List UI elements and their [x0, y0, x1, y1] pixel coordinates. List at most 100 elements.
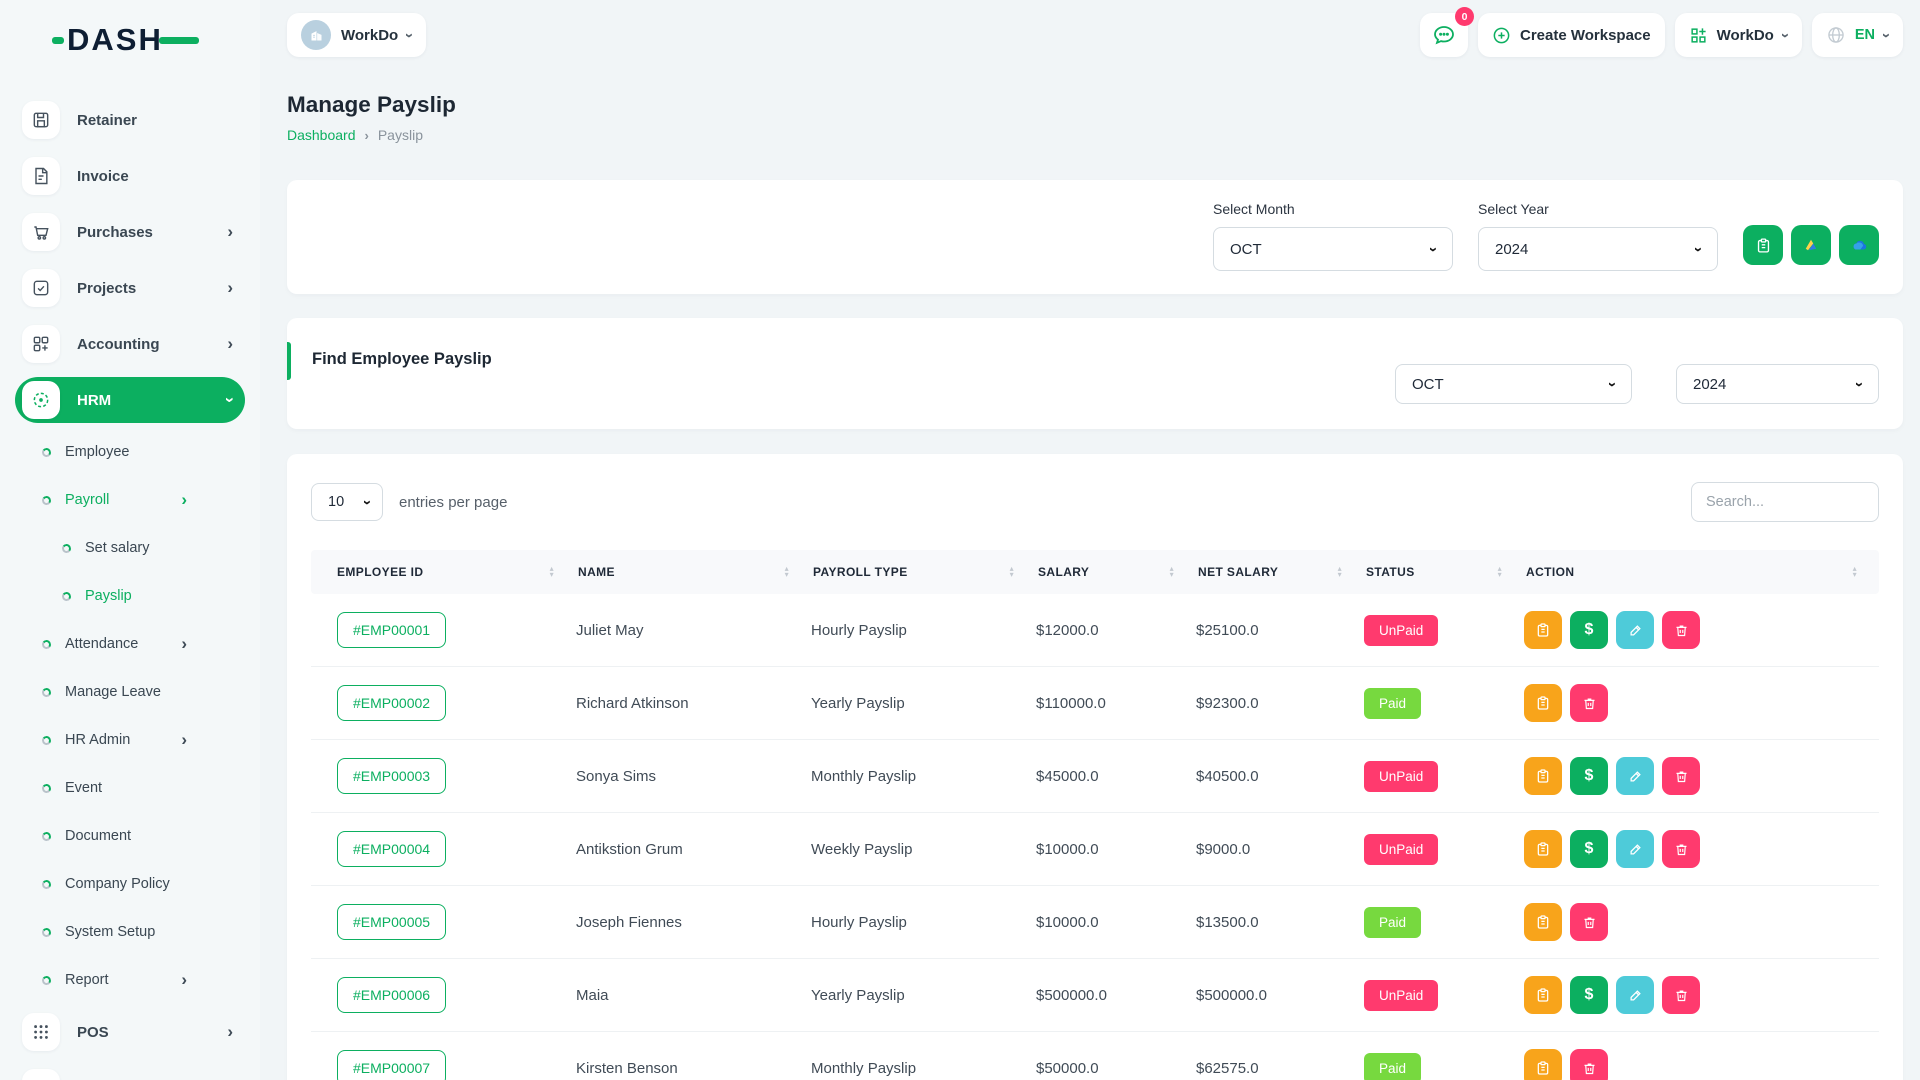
find-year-select[interactable]: 2024 ›	[1676, 364, 1879, 404]
payslip-filter-card: Select Month OCT › Select Year 2024 ›	[287, 180, 1903, 294]
delete-button[interactable]	[1662, 830, 1700, 868]
edit-button[interactable]	[1616, 976, 1654, 1014]
app-logo[interactable]: DASH	[52, 22, 260, 58]
sidebar-item-company-policy[interactable]: Company Policy	[0, 860, 260, 908]
chevron-right-icon: ›	[181, 970, 187, 990]
sidebar-item-retainer[interactable]: Retainer	[15, 97, 245, 143]
column-header-status[interactable]: STATUS▴▾	[1364, 565, 1524, 579]
find-card-selects: OCT › 2024 ›	[1395, 364, 1879, 404]
trash-icon	[1582, 1061, 1597, 1076]
payslip-button[interactable]	[1524, 684, 1562, 722]
delete-button[interactable]	[1570, 1049, 1608, 1080]
dollar-icon: $	[1585, 621, 1594, 639]
onedrive-export-button[interactable]	[1839, 225, 1879, 265]
employee-id-badge[interactable]: #EMP00006	[337, 977, 446, 1013]
column-header-employee-id[interactable]: EMPLOYEE ID▴▾	[311, 565, 576, 579]
table-row: #EMP00003 Sonya Sims Monthly Payslip $45…	[311, 740, 1879, 813]
year-select[interactable]: 2024 ›	[1478, 227, 1718, 271]
google-drive-export-button[interactable]	[1791, 225, 1831, 265]
delete-button[interactable]	[1662, 611, 1700, 649]
employee-id-badge[interactable]: #EMP00004	[337, 831, 446, 867]
payslip-button[interactable]	[1524, 1049, 1562, 1080]
pay-button[interactable]: $	[1570, 830, 1608, 868]
sidebar-item-event[interactable]: Event	[0, 764, 260, 812]
chevron-down-icon: ›	[1604, 382, 1621, 387]
select-month-field: Select Month OCT ›	[1213, 201, 1453, 273]
clipboard-icon	[1535, 768, 1551, 784]
delete-button[interactable]	[1662, 976, 1700, 1014]
breadcrumb-dashboard-link[interactable]: Dashboard	[287, 127, 356, 143]
employee-id-badge[interactable]: #EMP00005	[337, 904, 446, 940]
search-input[interactable]	[1691, 482, 1879, 522]
delete-button[interactable]	[1570, 903, 1608, 941]
bullet-ring-icon	[41, 735, 51, 745]
column-header-action[interactable]: ACTION▴▾	[1524, 565, 1879, 579]
payslip-button[interactable]	[1524, 757, 1562, 795]
payslip-button[interactable]	[1524, 903, 1562, 941]
net-salary: $62575.0	[1196, 1060, 1364, 1077]
entries-per-page-label: entries per page	[399, 494, 507, 511]
sidebar-item-hrm[interactable]: HRM ›	[15, 377, 245, 423]
workspace-selector[interactable]: WorkDo ›	[287, 13, 426, 57]
dollar-icon: $	[1585, 986, 1594, 1004]
table-header-row: EMPLOYEE ID▴▾ NAME▴▾ PAYROLL TYPE▴▾ SALA…	[311, 550, 1879, 594]
column-header-name[interactable]: NAME▴▾	[576, 565, 811, 579]
sidebar-item-system-setup[interactable]: System Setup	[0, 908, 260, 956]
pay-button[interactable]: $	[1570, 976, 1608, 1014]
pay-button[interactable]: $	[1570, 611, 1608, 649]
employee-id-badge[interactable]: #EMP00001	[337, 612, 446, 648]
delete-button[interactable]	[1570, 684, 1608, 722]
column-header-salary[interactable]: SALARY▴▾	[1036, 565, 1196, 579]
payroll-type: Hourly Payslip	[811, 914, 1036, 931]
sidebar-item-hr-admin[interactable]: HR Admin ›	[0, 716, 260, 764]
chevron-down-icon: ›	[1851, 382, 1868, 387]
sidebar-item-attendance[interactable]: Attendance ›	[0, 620, 260, 668]
sort-icon: ▴▾	[1498, 566, 1502, 579]
sidebar-item-payroll[interactable]: Payroll ›	[0, 476, 260, 524]
logo-dash-accent-right	[159, 37, 199, 44]
column-header-net-salary[interactable]: NET SALARY▴▾	[1196, 565, 1364, 579]
entries-per-page-select[interactable]: 10 ›	[311, 483, 383, 521]
payslip-button[interactable]	[1524, 611, 1562, 649]
employee-id-badge[interactable]: #EMP00007	[337, 1050, 446, 1080]
employee-id-badge[interactable]: #EMP00003	[337, 758, 446, 794]
month-select[interactable]: OCT ›	[1213, 227, 1453, 271]
sidebar-item-manage-leave[interactable]: Manage Leave	[0, 668, 260, 716]
edit-button[interactable]	[1616, 757, 1654, 795]
sidebar-item-payslip[interactable]: Payslip	[0, 572, 260, 620]
create-workspace-button[interactable]: Create Workspace	[1478, 13, 1665, 57]
sidebar-item-document[interactable]: Document	[0, 812, 260, 860]
employee-id-badge[interactable]: #EMP00002	[337, 685, 446, 721]
salary: $10000.0	[1036, 914, 1196, 931]
sidebar-item-crm[interactable]: CRM ›	[15, 1065, 245, 1080]
bulk-payslip-button[interactable]	[1743, 225, 1783, 265]
sidebar-item-invoice[interactable]: Invoice	[15, 153, 245, 199]
language-selector[interactable]: EN ›	[1812, 13, 1903, 57]
workdo-menu-button[interactable]: WorkDo ›	[1675, 13, 1802, 57]
chevron-down-icon: ›	[1777, 33, 1794, 38]
sidebar-item-purchases[interactable]: Purchases ›	[15, 209, 245, 255]
find-month-select[interactable]: OCT ›	[1395, 364, 1632, 404]
row-actions: $	[1524, 976, 1879, 1014]
sidebar-item-employee[interactable]: Employee	[0, 428, 260, 476]
column-header-payroll-type[interactable]: PAYROLL TYPE▴▾	[811, 565, 1036, 579]
trash-icon	[1582, 915, 1597, 930]
sidebar-item-pos[interactable]: POS ›	[15, 1009, 245, 1055]
payroll-type: Yearly Payslip	[811, 695, 1036, 712]
pay-button[interactable]: $	[1570, 757, 1608, 795]
status-badge: UnPaid	[1364, 980, 1438, 1011]
sidebar-item-report[interactable]: Report ›	[0, 956, 260, 1004]
messages-button[interactable]: 0	[1420, 13, 1468, 57]
payslip-button[interactable]	[1524, 830, 1562, 868]
edit-button[interactable]	[1616, 830, 1654, 868]
payslip-button[interactable]	[1524, 976, 1562, 1014]
salary: $12000.0	[1036, 622, 1196, 639]
checkbox-icon	[22, 269, 60, 307]
employee-name: Richard Atkinson	[576, 695, 811, 712]
edit-button[interactable]	[1616, 611, 1654, 649]
sidebar-item-set-salary[interactable]: Set salary	[0, 524, 260, 572]
clipboard-icon	[1535, 987, 1551, 1003]
delete-button[interactable]	[1662, 757, 1700, 795]
sidebar-item-accounting[interactable]: Accounting ›	[15, 321, 245, 367]
sidebar-item-projects[interactable]: Projects ›	[15, 265, 245, 311]
